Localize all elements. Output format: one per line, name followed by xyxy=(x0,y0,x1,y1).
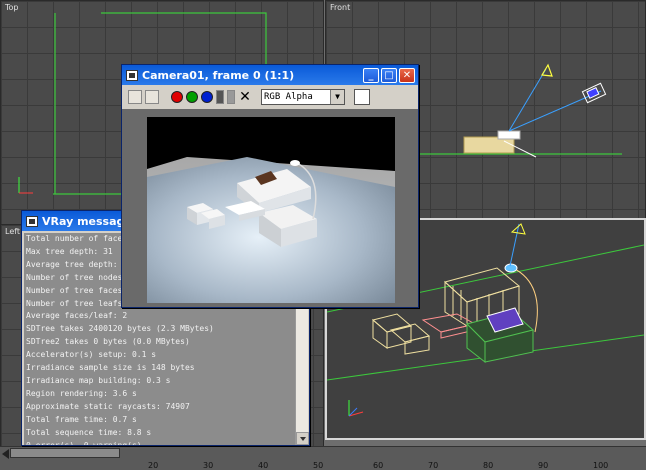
render-frame-window[interactable]: Camera01, frame 0 (1:1) _ □ ✕ ✕ RGB Alph… xyxy=(121,64,419,308)
log-line: Total sequence time: 8.8 s xyxy=(26,427,152,437)
red-channel-icon[interactable] xyxy=(171,91,183,103)
log-line: SDTree2 takes 0 bytes (0.0 MBytes) xyxy=(26,337,190,347)
log-line: 0 error(s), 0 warning(s) xyxy=(26,440,142,446)
window-icon xyxy=(126,69,138,81)
mono-channel-icon[interactable] xyxy=(227,90,235,104)
log-line: Accelerator(s) setup: 0.1 s xyxy=(26,350,157,360)
log-line: Irradiance map building: 0.3 s xyxy=(26,375,171,385)
ottoman-wireframe xyxy=(371,313,431,355)
persp-axis-gizmo xyxy=(348,400,364,417)
timeline-tick: 70 xyxy=(428,461,439,470)
render-titlebar[interactable]: Camera01, frame 0 (1:1) _ □ ✕ xyxy=(122,65,418,85)
timeline-tick: 60 xyxy=(373,461,384,470)
left-viewport-label[interactable]: Left xyxy=(5,227,20,236)
timeline-tick: 30 xyxy=(203,461,214,470)
render-frame-area xyxy=(122,109,418,307)
render-title-text: Camera01, frame 0 (1:1) xyxy=(142,68,295,82)
window-icon xyxy=(26,215,38,227)
time-slider[interactable] xyxy=(10,448,120,458)
axis-gizmo xyxy=(18,177,33,194)
alpha-channel-icon[interactable] xyxy=(216,90,224,104)
channel-select[interactable]: RGB Alpha ▼ xyxy=(261,89,345,105)
rendered-scene xyxy=(147,117,395,303)
render-toolbar: ✕ RGB Alpha ▼ xyxy=(122,85,418,109)
timeline-tick: 50 xyxy=(313,461,324,470)
log-line: Average faces/leaf: 2 xyxy=(26,311,128,321)
timeline-tick: 20 xyxy=(148,461,159,470)
chevron-down-icon[interactable]: ▼ xyxy=(330,90,344,104)
minimize-button[interactable]: _ xyxy=(363,67,379,83)
log-line: Region rendering: 3.6 s xyxy=(26,388,137,398)
timeline-tick: 100 xyxy=(593,461,609,470)
log-line: Irradiance sample size is 148 bytes xyxy=(26,363,195,373)
color-swatch[interactable] xyxy=(354,89,370,105)
channel-select-value: RGB Alpha xyxy=(264,92,313,102)
timeline-bar[interactable]: 20 30 40 50 60 70 80 90 100 xyxy=(0,446,646,470)
scroll-down-icon[interactable] xyxy=(296,432,309,445)
clear-icon[interactable]: ✕ xyxy=(238,90,252,104)
timeline-tick: 80 xyxy=(483,461,494,470)
timeline-tick: 90 xyxy=(538,461,549,470)
timeline-tick: 40 xyxy=(258,461,269,470)
blue-channel-icon[interactable] xyxy=(201,91,213,103)
rendered-image xyxy=(147,117,395,303)
log-line: Total frame time: 0.7 s xyxy=(26,414,137,424)
timeline-left-arrow-icon[interactable] xyxy=(2,449,9,459)
3dsmax-workspace: Top Front Left 20 30 40 50 60 70 80 90 1… xyxy=(0,0,646,470)
clone-icon[interactable] xyxy=(145,90,159,104)
save-icon[interactable] xyxy=(128,90,142,104)
green-channel-icon[interactable] xyxy=(186,91,198,103)
log-line: SDTree takes 2400120 bytes (2.3 MBytes) xyxy=(26,324,214,334)
camera-icon xyxy=(581,82,607,104)
close-button[interactable]: ✕ xyxy=(399,67,415,83)
maximize-button[interactable]: □ xyxy=(381,67,397,83)
log-line: Approximate static raycasts: 74907 xyxy=(26,401,190,411)
